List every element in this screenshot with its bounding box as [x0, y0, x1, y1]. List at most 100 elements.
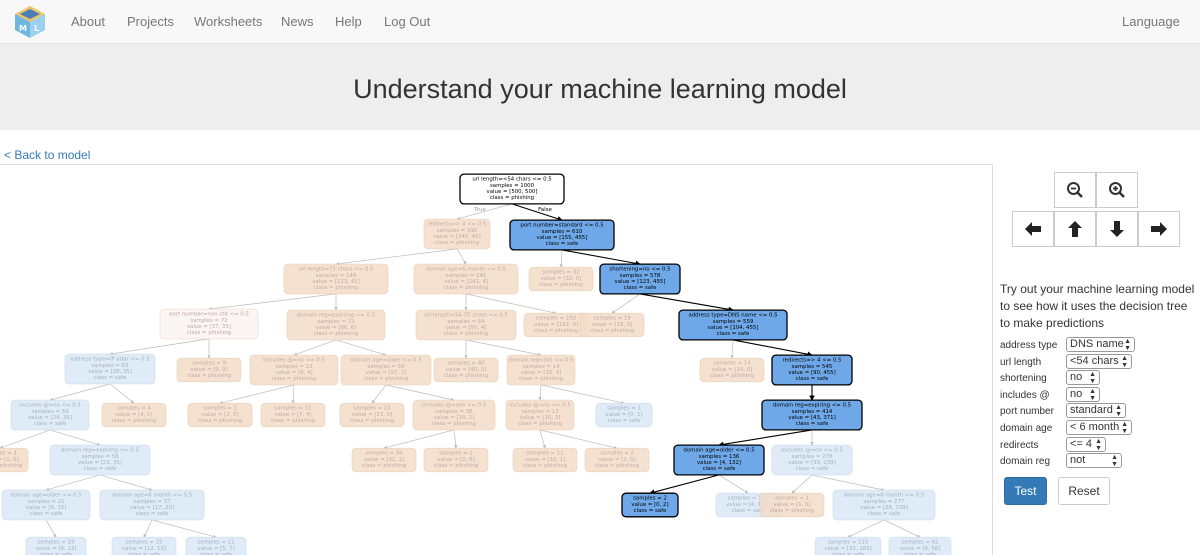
tree-node-text: value = [40, 0] [446, 367, 487, 373]
includes-at-select[interactable]: no ▲ ▼ [1066, 387, 1100, 402]
svg-text:L: L [34, 24, 39, 33]
decision-tree-panel[interactable]: True False url length=<54 chars <= 0.5 sam… [0, 164, 993, 555]
tree-node[interactable]: samples = 62value = [6, 56]class = safe [888, 536, 952, 555]
tree-node[interactable]: url length=75 chars <= 0.5samples = 144v… [283, 263, 389, 295]
tree-node[interactable]: shortening=no <= 0.5samples = 578value =… [599, 263, 681, 295]
redirects-select[interactable]: <= 4 ▲ ▼ [1066, 437, 1106, 452]
tree-node-text: class = phishing [539, 282, 583, 288]
tree-node[interactable]: samples = 25value = [12, 13]class = safe [111, 536, 177, 555]
decision-tree[interactable]: True False url length=<54 chars <= 0.5sam… [0, 165, 992, 555]
tree-node[interactable]: samples = 2value = [2, 0]class = phishin… [584, 447, 650, 473]
tree-node[interactable]: samples = 192value = [192, 0]class = phi… [523, 312, 589, 338]
tree-node[interactable]: samples = 215value = [32, 183]class = sa… [814, 536, 882, 555]
tree-node[interactable]: includes @=no <= 0.5samples = 13value = … [249, 354, 339, 386]
pan-right-button[interactable] [1138, 211, 1180, 247]
tree-node-text: value = [6, 56] [900, 546, 941, 552]
tree-node[interactable]: samples = 34value = [32, 2]class = phish… [351, 447, 417, 473]
domain-age-select[interactable]: < 6 month ▲ ▼ [1066, 420, 1132, 435]
tree-node-text: class = phishing [432, 421, 476, 427]
tree-node[interactable]: redirects=> 4 <= 0.5samples = 545value =… [771, 354, 853, 386]
tree-node[interactable]: url length=<54 chars <= 0.5samples = 100… [459, 173, 565, 205]
tree-node[interactable]: domain reg=expiring <= 0.5samples = 72va… [286, 309, 386, 341]
tree-node-text: class = phishing [444, 285, 488, 291]
tree-edge [151, 519, 217, 539]
tree-node-text: domain reg=expiring <= 0.5 [773, 403, 851, 409]
tree-node[interactable]: port number=non-std <= 0.5samples = 72va… [159, 308, 259, 340]
reset-button[interactable]: Reset [1058, 477, 1110, 505]
tree-node[interactable]: samples = 2value = [2, 0]class = phishin… [187, 402, 253, 428]
zoom-out-button[interactable] [1054, 172, 1096, 208]
nav-help[interactable]: Help [335, 14, 362, 29]
logo-icon[interactable]: M L [14, 5, 46, 39]
tree-node-text: url length=<54 chars <= 0.5 [472, 177, 551, 183]
tree-node[interactable]: address type=DNS name <= 0.5samples = 55… [678, 309, 788, 341]
port-number-select[interactable]: standard ▲ ▼ [1066, 403, 1126, 418]
tree-node-text: class = phishing [534, 328, 578, 334]
tree-node[interactable]: samples = 4value = [4, 0]class = phishin… [101, 402, 167, 428]
nav-news[interactable]: News [281, 14, 314, 29]
tree-node-text: class = phishing [770, 508, 814, 514]
zoom-in-button[interactable] [1096, 172, 1138, 208]
tree-edge [109, 383, 135, 404]
nav-about[interactable]: About [71, 14, 105, 29]
pan-left-button[interactable] [1012, 211, 1054, 247]
tree-node[interactable]: domain age=6 month <= 0.5samples = 277va… [832, 489, 936, 521]
pan-down-button[interactable] [1096, 211, 1138, 247]
tree-node[interactable]: domain age=older <= 0.5samples = 59value… [340, 354, 432, 386]
tree-node[interactable]: samples = 40value = [40, 0]class = phish… [433, 357, 499, 383]
tree-node[interactable]: domain reg=expiring <= 0.5samples = 414v… [761, 399, 863, 431]
tree-node[interactable]: includes @=no <= 0.5samples = 59value = … [10, 399, 90, 431]
back-to-model-link[interactable]: < Back to model [4, 148, 90, 162]
tree-node[interactable]: samples = 19value = [19, 0]class = phish… [579, 312, 645, 338]
tree-node-text: value = [123, 455] [615, 279, 666, 285]
tree-node[interactable]: samples = 1value = [1, 0]class = phishin… [759, 492, 825, 518]
domain-reg-select[interactable]: not ▲ ▼ [1066, 453, 1122, 468]
select-arrows-icon: ▲ ▼ [1089, 371, 1096, 385]
tree-node[interactable]: includes @=no <= 0.5samples = 278value =… [771, 444, 853, 476]
tree-node[interactable]: samples = 2value = [0, 2]class = safe [621, 492, 679, 518]
tree-edge [847, 519, 885, 538]
nav-language[interactable]: Language [1122, 14, 1180, 29]
tree-node[interactable]: redirects=> 4 <= 0.5samples = 390value =… [423, 218, 491, 250]
tree-node-text: class = phishing [362, 463, 406, 469]
tree-node[interactable]: samples = 1value = [0, 1]class = safe [595, 402, 653, 428]
tree-node-text: value = [0, 2] [631, 502, 668, 508]
tree-node-text: value = [155, 455] [537, 235, 588, 241]
tree-node[interactable]: samples = 1value = [1, 0]class = phishin… [0, 447, 29, 473]
tree-node-text: samples = 136 [699, 454, 740, 460]
tree-node[interactable]: domain age=6 month <= 0.5samples = 246va… [413, 263, 519, 295]
tree-node[interactable]: port number=standard <= 0.5samples = 610… [509, 219, 615, 251]
tree-node[interactable]: samples = 12value = [5, 7]class = safe [185, 536, 247, 555]
test-button[interactable]: Test [1004, 477, 1047, 505]
tree-node[interactable]: samples = 14value = [14, 0]class = phish… [699, 357, 765, 383]
tree-node[interactable]: domain age=older <= 0.5samples = 136valu… [673, 444, 765, 476]
tree-node[interactable]: includes @=no <= 0.5samples = 13value = … [505, 399, 575, 431]
tree-node-text: samples = 2 [600, 451, 634, 457]
tree-node[interactable]: domain age=older <= 0.5samples = 21value… [1, 489, 91, 521]
tree-node[interactable]: samples = 23value = [23, 0]class = phish… [339, 402, 405, 428]
url-length-select[interactable]: <54 chars ▲ ▼ [1066, 354, 1132, 369]
shortening-select[interactable]: no ▲ ▼ [1066, 370, 1100, 385]
tree-node[interactable]: samples = 11value = [10, 1]class = phish… [512, 447, 578, 473]
tree-node[interactable]: domain reg=expiring <= 0.5samples = 58va… [49, 444, 151, 476]
address-type-select[interactable]: DNS name ▲ ▼ [1066, 337, 1135, 352]
tree-node[interactable]: address type=IP addr <= 0.5samples = 63v… [64, 353, 156, 385]
tree-node[interactable]: samples = 2value = [2, 0]class = phishin… [423, 447, 489, 473]
tree-node[interactable]: samples = 9value = [9, 0]class = phishin… [176, 357, 242, 383]
field-includes-at: includes @ no ▲ ▼ [1000, 387, 1196, 404]
nav-worksheets[interactable]: Worksheets [194, 14, 262, 29]
tree-node[interactable]: url length=54-75 chars <= 0.5samples = 5… [415, 309, 517, 341]
nav-logout[interactable]: Log Out [384, 14, 430, 29]
tree-node[interactable]: samples = 32value = [32, 0]class = phish… [528, 266, 594, 292]
nav-projects[interactable]: Projects [127, 14, 174, 29]
tree-node[interactable]: domain reg=not <= 0.5samples = 14value =… [506, 354, 576, 386]
tree-node-text: samples = 559 [713, 319, 754, 325]
select-arrows-icon: ▲ ▼ [1089, 388, 1096, 402]
tree-node-text: value = [10, 1] [525, 457, 566, 463]
tree-node[interactable]: samples = 11value = [7, 4]class = phishi… [260, 402, 326, 428]
tree-node[interactable]: includes @=yes <= 0.5samples = 36value =… [412, 399, 496, 431]
tree-node[interactable]: domain age=6 month <= 0.5samples = 37val… [99, 489, 205, 521]
pan-up-button[interactable] [1054, 211, 1096, 247]
tree-node-text: class = phishing [112, 418, 156, 424]
tree-node[interactable]: samples = 19value = [6, 13]class = safe [25, 536, 87, 555]
